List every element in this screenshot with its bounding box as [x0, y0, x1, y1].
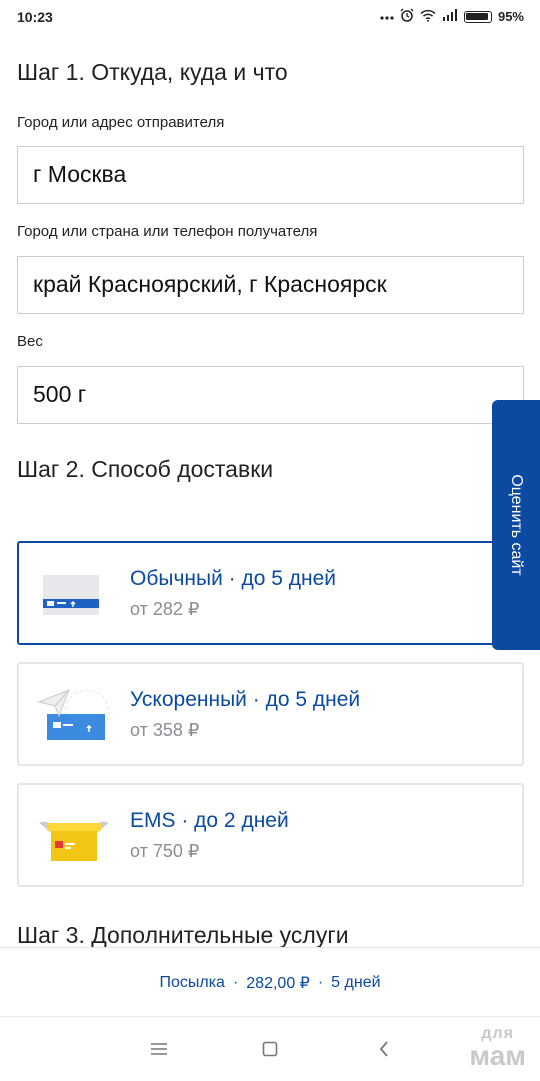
status-icons: 95%	[380, 8, 524, 25]
sender-value: г Москва	[33, 161, 127, 187]
step2-title: Шаг 2. Способ доставки	[17, 456, 274, 482]
status-time: 10:23	[17, 9, 53, 25]
delivery-option-express[interactable]: Ускоренный · до 5 дней от 358 ₽	[17, 662, 524, 766]
signal-icon	[442, 9, 458, 24]
delivery-option-title: EMS · до 2 дней	[130, 809, 289, 832]
more-notifications-icon	[380, 9, 394, 24]
ems-parcel-icon	[37, 803, 111, 867]
summary-separator: ·	[317, 973, 324, 991]
recipient-label: Город или страна или телефон получателя	[17, 223, 318, 240]
home-icon[interactable]	[256, 1035, 284, 1063]
summary-separator: ·	[232, 973, 239, 991]
delivery-option-price: от 358 ₽	[130, 720, 200, 740]
watermark-logo: для мам	[469, 1026, 526, 1070]
summary-price: 282,00 ₽	[246, 974, 310, 992]
rate-site-tab[interactable]: Оценить сайт	[492, 400, 540, 650]
sender-label: Город или адрес отправителя	[17, 114, 225, 131]
battery-icon	[463, 10, 492, 23]
weight-value: 500 г	[33, 381, 87, 407]
recipient-value: край Красноярский, г Красноярск	[33, 271, 387, 297]
regular-parcel-icon	[37, 561, 111, 625]
battery-percent: 95%	[497, 9, 524, 24]
sender-field[interactable]: г Москва	[17, 146, 524, 204]
wifi-icon	[420, 9, 436, 25]
watermark-line2: мам	[469, 1040, 526, 1071]
menu-icon[interactable]	[145, 1035, 173, 1063]
alarm-icon	[400, 8, 414, 25]
weight-label: Вес	[17, 333, 43, 350]
summary-duration: 5 дней	[331, 973, 381, 991]
status-bar: 10:23 95%	[0, 0, 540, 34]
delivery-option-title: Ускоренный · до 5 дней	[130, 688, 361, 711]
step1-title: Шаг 1. Откуда, куда и что	[17, 59, 288, 85]
delivery-option-ems[interactable]: EMS · до 2 дней от 750 ₽	[17, 783, 524, 887]
back-icon[interactable]	[370, 1035, 398, 1063]
delivery-option-price: от 282 ₽	[130, 599, 200, 619]
system-nav-bar	[0, 1016, 540, 1081]
summary-type: Посылка	[159, 973, 225, 991]
rate-site-label: Оценить сайт	[508, 474, 525, 576]
express-parcel-icon	[37, 682, 111, 746]
order-summary-bar[interactable]: Посылка · 282,00 ₽ · 5 дней	[0, 947, 540, 1017]
delivery-option-regular[interactable]: Обычный · до 5 дней от 282 ₽	[17, 541, 524, 645]
delivery-option-title: Обычный · до 5 дней	[130, 567, 337, 590]
recipient-field[interactable]: край Красноярский, г Красноярск	[17, 256, 524, 314]
step3-title: Шаг 3. Дополнительные услуги	[17, 922, 349, 948]
weight-field[interactable]: 500 г	[17, 366, 524, 424]
delivery-option-price: от 750 ₽	[130, 841, 200, 861]
